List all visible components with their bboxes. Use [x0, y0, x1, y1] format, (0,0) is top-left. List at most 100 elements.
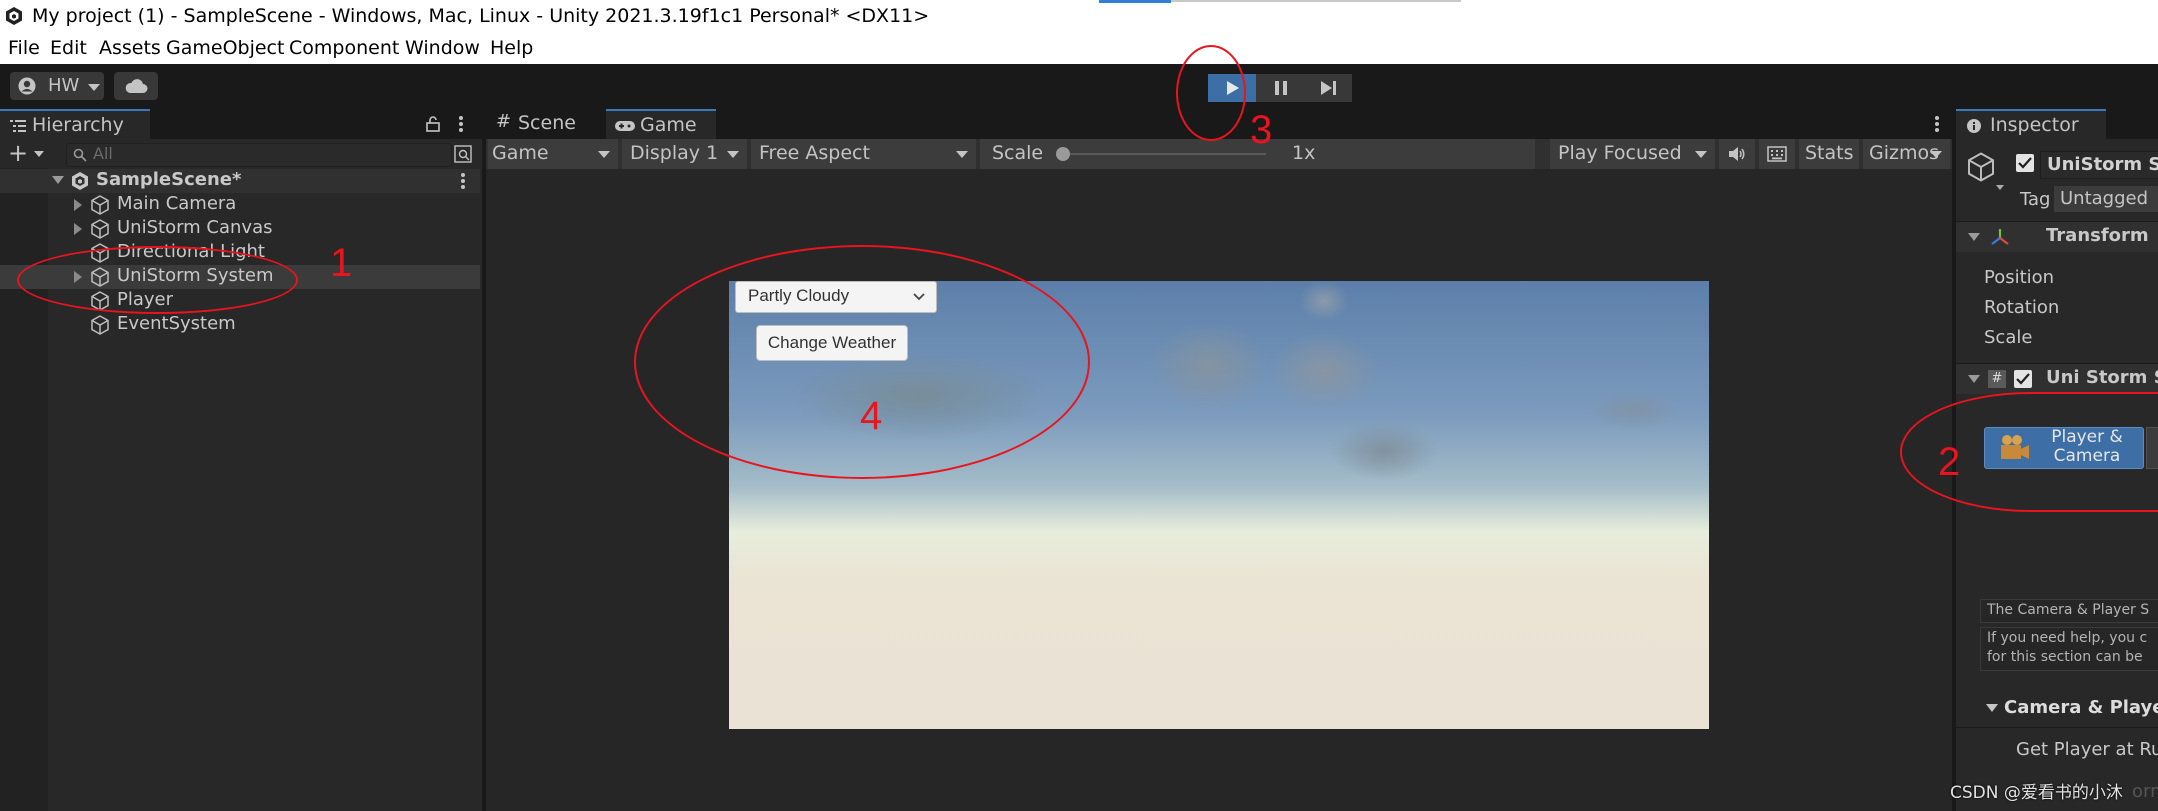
scale-slider-thumb[interactable] — [1056, 147, 1070, 161]
help-box-title: The Camera & Player S — [1980, 599, 2158, 623]
title-bar: My project (1) - SampleScene - Windows, … — [0, 0, 2158, 34]
gameobject-cube-icon — [91, 315, 109, 335]
chevron-down-icon — [1695, 151, 1707, 158]
foldout-open-icon[interactable] — [1986, 704, 1998, 712]
more-options-icon[interactable] — [1934, 115, 1940, 133]
tab-game-label: Game — [640, 114, 697, 136]
tab-hierarchy[interactable]: Hierarchy — [0, 109, 150, 141]
annotation-number-3: 3 — [1250, 108, 1273, 152]
menu-gameobject[interactable]: GameObject — [166, 37, 284, 59]
cloud-icon — [125, 79, 148, 93]
scene-row[interactable]: SampleScene* — [0, 169, 480, 193]
aspect-select[interactable]: Free Aspect — [751, 139, 976, 169]
scale-slider-track[interactable] — [1062, 153, 1266, 155]
add-object-button[interactable]: + — [8, 139, 48, 167]
hierarchy-panel: Hierarchy + All SampleScene* Main Camera — [0, 109, 482, 811]
tab-scene-label: Scene — [518, 112, 576, 134]
scale-value: 1x — [1292, 142, 1316, 164]
annotation-ellipse-4 — [634, 245, 1090, 479]
mute-audio-button[interactable] — [1719, 139, 1755, 169]
tag-value: Untagged — [2060, 188, 2149, 209]
gameobject-cube-icon — [91, 195, 109, 215]
menu-bar: File Edit Assets GameObject Component Wi… — [0, 34, 2158, 64]
speaker-icon — [1729, 147, 1745, 161]
transform-title: Transform — [2046, 225, 2149, 246]
help-box-title-text: The Camera & Player S — [1987, 602, 2150, 618]
checkmark-icon — [2016, 373, 2030, 385]
account-label: HW — [48, 75, 80, 96]
scene-name: SampleScene* — [96, 169, 242, 190]
help-box-text-2: for this section can be — [1987, 649, 2143, 665]
chevron-down-icon — [956, 151, 968, 158]
hierarchy-search-input[interactable]: All — [66, 143, 452, 167]
pause-button[interactable] — [1256, 74, 1304, 102]
more-options-icon[interactable] — [458, 115, 464, 133]
annotation-number-4: 4 — [860, 394, 883, 438]
gizmos-select[interactable]: Gizmos — [1863, 139, 1950, 169]
object-name-field[interactable]: UniStorm S — [2040, 151, 2158, 179]
shortcuts-button[interactable] — [1759, 139, 1795, 169]
list-icon — [10, 120, 26, 132]
chevron-down-icon — [88, 84, 100, 91]
step-button[interactable] — [1304, 74, 1352, 102]
aspect-select-value: Free Aspect — [759, 142, 870, 164]
cloud-button[interactable] — [114, 72, 158, 100]
hierarchy-item-label: EventSystem — [117, 313, 236, 334]
search-placeholder: All — [93, 144, 113, 163]
section-title: Camera & Player — [2004, 697, 2158, 718]
active-checkbox[interactable] — [2016, 154, 2034, 172]
play-mode-select[interactable]: Play Focused — [1550, 139, 1715, 169]
stats-button[interactable]: Stats — [1799, 139, 1859, 169]
tag-label: Tag — [2020, 189, 2051, 210]
play-mode-value: Play Focused — [1558, 142, 1682, 164]
menu-component[interactable]: Component — [289, 37, 399, 59]
annotation-number-2: 2 — [1938, 440, 1961, 484]
foldout-closed-icon — [74, 199, 82, 211]
unity-logo-icon — [6, 7, 22, 25]
chevron-down-icon — [598, 151, 610, 158]
component-enabled-checkbox[interactable] — [2014, 370, 2032, 388]
grid-icon: # — [496, 111, 512, 132]
hierarchy-item-label: UniStorm Canvas — [117, 217, 273, 238]
gamepad-icon — [615, 121, 635, 131]
hierarchy-item-label: Main Camera — [117, 193, 237, 214]
hierarchy-item[interactable]: UniStorm Canvas — [0, 217, 480, 241]
tag-select[interactable]: Untagged — [2054, 186, 2158, 212]
window-title: My project (1) - SampleScene - Windows, … — [32, 5, 930, 27]
foldout-open-icon — [1968, 375, 1980, 383]
script-icon: # — [1988, 370, 2006, 388]
transform-header[interactable]: Transform — [1956, 222, 2158, 252]
more-options-icon[interactable] — [460, 172, 466, 190]
transform-field-scale: Scale — [1984, 327, 2033, 348]
annotation-ellipse-3 — [1176, 45, 1246, 141]
tab-scene[interactable]: # Scene — [486, 109, 602, 139]
step-icon — [1321, 81, 1336, 95]
tab-game[interactable]: Game — [606, 109, 716, 141]
chevron-down-icon — [1930, 151, 1942, 158]
menu-file[interactable]: File — [8, 37, 40, 59]
view-select[interactable]: Game — [488, 139, 618, 169]
game-panel: # Scene Game Game Display 1 Free Aspect … — [486, 109, 1952, 811]
lock-icon[interactable] — [426, 116, 440, 132]
hierarchy-item[interactable]: Main Camera — [0, 193, 480, 217]
menu-edit[interactable]: Edit — [50, 37, 87, 59]
account-dropdown[interactable]: HW — [10, 72, 104, 100]
tab-inspector[interactable]: Inspector — [1956, 109, 2106, 141]
menu-window[interactable]: Window — [405, 37, 480, 59]
info-icon — [1967, 119, 1981, 133]
account-icon — [18, 77, 36, 95]
menu-help[interactable]: Help — [490, 37, 533, 59]
gizmos-label: Gizmos — [1869, 142, 1940, 164]
annotation-number-1: 1 — [330, 241, 353, 285]
display-select-value: Display 1 — [630, 142, 719, 164]
help-box: If you need help, you c for this section… — [1980, 627, 2158, 671]
display-select[interactable]: Display 1 — [622, 139, 747, 169]
scene-search-icon[interactable] — [454, 145, 472, 163]
hierarchy-item[interactable]: EventSystem — [0, 313, 480, 337]
annotation-ellipse-1 — [17, 246, 298, 314]
transform-axes-icon — [1991, 229, 2009, 245]
get-player-field-label: Get Player at Ru — [2016, 739, 2158, 760]
menu-assets[interactable]: Assets — [99, 37, 161, 59]
stats-label: Stats — [1805, 142, 1854, 164]
unistorm-component-header[interactable]: # Uni Storm Sy — [1956, 364, 2158, 394]
